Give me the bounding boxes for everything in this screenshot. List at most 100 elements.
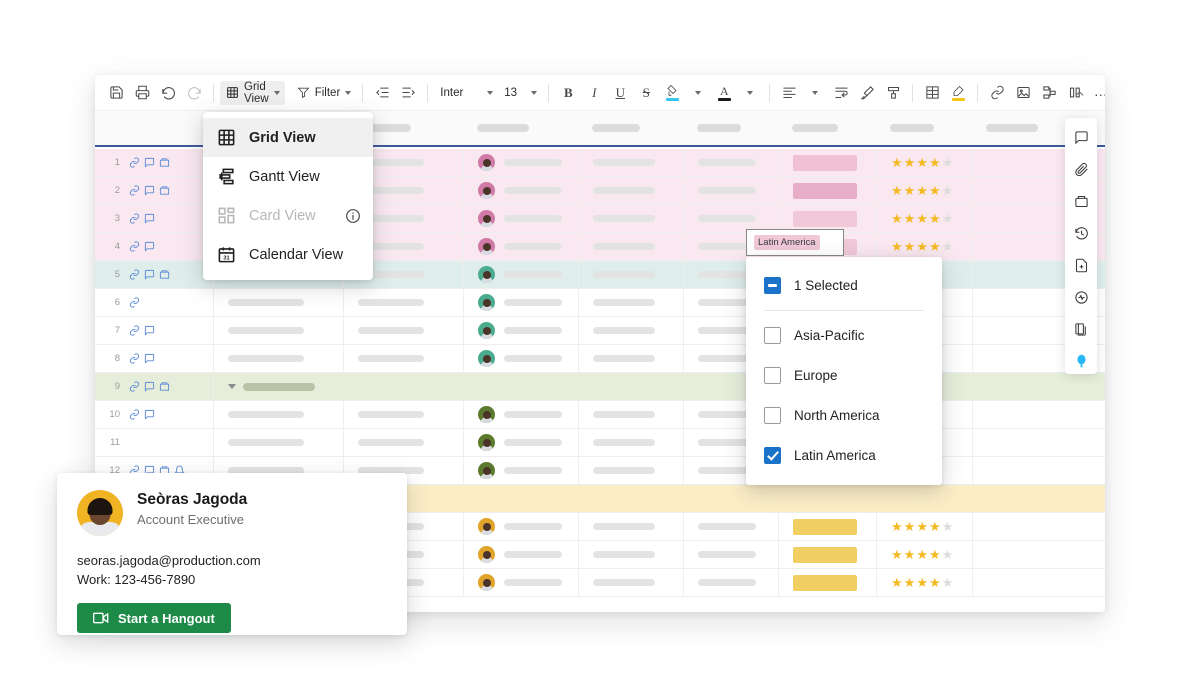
table-cell[interactable] [463, 373, 578, 400]
chevron-down-icon[interactable] [531, 91, 537, 95]
table-cell[interactable] [778, 177, 876, 204]
parent-row-cell[interactable] [213, 373, 343, 400]
filter-chip[interactable]: Filter [291, 81, 357, 105]
table-cell[interactable] [463, 149, 578, 176]
star-icon[interactable]: ★ [891, 212, 903, 225]
table-cell[interactable] [463, 289, 578, 316]
font-family-selector[interactable]: Inter [434, 81, 498, 105]
select-all-checkbox[interactable] [764, 277, 781, 294]
table-row[interactable]: 8 [95, 345, 1105, 373]
table-row[interactable]: 9 [95, 373, 1105, 401]
table-cell[interactable] [463, 401, 578, 428]
filter-option-row[interactable]: Latin America [746, 435, 942, 475]
chevron-up-icon[interactable] [1067, 81, 1091, 105]
table-cell[interactable] [463, 485, 578, 512]
table-cell[interactable] [972, 149, 1072, 176]
comment-icon[interactable] [144, 269, 155, 280]
link-icon[interactable] [129, 241, 140, 252]
table-cell[interactable] [463, 205, 578, 232]
filter-option-row[interactable]: Asia-Pacific [746, 315, 942, 355]
comment-icon[interactable] [144, 409, 155, 420]
table-cell[interactable] [578, 373, 683, 400]
filter-option-checkbox[interactable] [764, 367, 781, 384]
table-cell[interactable] [578, 317, 683, 344]
table-cell[interactable] [683, 149, 778, 176]
table-cell[interactable] [683, 205, 778, 232]
table-cell[interactable] [578, 149, 683, 176]
star-icon[interactable]: ★ [891, 240, 903, 253]
table-cell[interactable] [343, 289, 463, 316]
comment-icon[interactable] [144, 157, 155, 168]
print-icon[interactable] [129, 80, 155, 106]
link-icon[interactable] [129, 353, 140, 364]
star-icon[interactable]: ★ [942, 184, 954, 197]
table-cell[interactable] [578, 485, 683, 512]
filter-option-checkbox[interactable] [764, 327, 781, 344]
star-icon[interactable]: ★ [891, 520, 903, 533]
column-header-cell[interactable] [578, 111, 683, 145]
star-icon[interactable]: ★ [916, 184, 928, 197]
table-cell[interactable] [972, 317, 1072, 344]
attachment-icon[interactable] [1068, 156, 1094, 182]
star-icon[interactable]: ★ [929, 184, 941, 197]
rating-stars[interactable]: ★★★★★ [891, 240, 953, 253]
star-icon[interactable]: ★ [904, 240, 916, 253]
rating-stars[interactable]: ★★★★★ [891, 212, 953, 225]
star-icon[interactable]: ★ [942, 240, 954, 253]
table-cell[interactable] [578, 345, 683, 372]
table-cell[interactable] [578, 205, 683, 232]
table-cell[interactable] [343, 345, 463, 372]
column-header-cell[interactable] [876, 111, 972, 145]
table-cell[interactable] [463, 513, 578, 540]
table-cell[interactable] [213, 345, 343, 372]
star-icon[interactable]: ★ [891, 576, 903, 589]
table-cell[interactable] [463, 233, 578, 260]
star-icon[interactable]: ★ [916, 520, 928, 533]
format-painter-icon[interactable] [880, 80, 906, 106]
table-cell[interactable] [972, 289, 1072, 316]
table-cell[interactable] [578, 429, 683, 456]
star-icon[interactable]: ★ [904, 156, 916, 169]
star-icon[interactable]: ★ [916, 156, 928, 169]
table-cell[interactable] [972, 205, 1072, 232]
archive-icon[interactable] [159, 157, 170, 168]
text-color-icon[interactable]: A [711, 80, 737, 106]
column-header-cell[interactable] [778, 111, 876, 145]
table-cell[interactable] [972, 457, 1072, 484]
table-cell[interactable] [463, 345, 578, 372]
documents-icon[interactable] [1068, 316, 1094, 342]
star-icon[interactable]: ★ [942, 548, 954, 561]
table-cell[interactable] [463, 317, 578, 344]
strikethrough-icon[interactable]: S [633, 80, 659, 106]
table-cell[interactable]: ★★★★★ [876, 569, 972, 596]
highlight-icon[interactable] [945, 80, 971, 106]
comment-icon[interactable] [144, 353, 155, 364]
table-cell[interactable] [578, 513, 683, 540]
column-header-cell[interactable] [463, 111, 578, 145]
star-icon[interactable]: ★ [929, 548, 941, 561]
table-cell[interactable] [683, 569, 778, 596]
table-cell[interactable] [578, 457, 683, 484]
table-cell[interactable] [778, 569, 876, 596]
star-icon[interactable]: ★ [929, 240, 941, 253]
table-cell[interactable] [463, 457, 578, 484]
table-cell[interactable] [972, 569, 1072, 596]
table-cell[interactable] [972, 373, 1072, 400]
rating-stars[interactable]: ★★★★★ [891, 184, 953, 197]
outdent-icon[interactable] [369, 80, 395, 106]
link-icon[interactable] [129, 185, 140, 196]
menu-item-gantt-view[interactable]: Gantt View [203, 157, 373, 196]
start-hangout-button[interactable]: Start a Hangout [77, 603, 231, 633]
borders-icon[interactable] [919, 80, 945, 106]
star-icon[interactable]: ★ [891, 184, 903, 197]
italic-icon[interactable]: I [581, 80, 607, 106]
table-cell[interactable]: ★★★★★ [876, 149, 972, 176]
align-caret[interactable] [802, 80, 828, 106]
table-cell[interactable] [343, 401, 463, 428]
star-icon[interactable]: ★ [929, 156, 941, 169]
table-cell[interactable] [578, 569, 683, 596]
table-cell[interactable] [213, 429, 343, 456]
save-icon[interactable] [103, 80, 129, 106]
table-cell[interactable] [972, 401, 1072, 428]
image-icon[interactable] [1010, 80, 1036, 106]
